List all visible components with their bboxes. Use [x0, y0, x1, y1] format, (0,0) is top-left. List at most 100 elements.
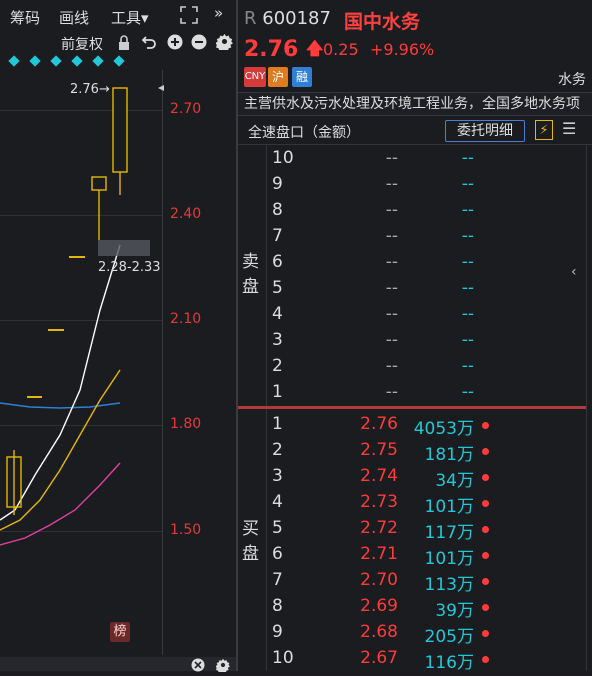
- sell-row[interactable]: 2 -- --: [266, 354, 586, 380]
- sell-row[interactable]: 5 -- --: [266, 276, 586, 302]
- sell-side-label: 卖盘: [242, 252, 259, 297]
- order-dot-icon[interactable]: [482, 604, 489, 611]
- event-marker: [113, 55, 125, 67]
- sell-row[interactable]: 9 -- --: [266, 172, 586, 198]
- more-icon[interactable]: »: [214, 4, 223, 22]
- kline-chart-panel[interactable]: 筹码 画线 工具▾ » 前复权 2.70 2.40 2.10 1.80 1.50…: [0, 0, 236, 674]
- kline-canvas: [0, 85, 164, 546]
- buy-side-label: 买盘: [242, 519, 259, 564]
- exchange-tag[interactable]: 沪: [268, 67, 288, 87]
- volume: --: [461, 200, 474, 220]
- last-price: 2.76 🡅: [244, 36, 323, 65]
- event-marker: [8, 55, 20, 67]
- level: 6: [272, 544, 283, 564]
- volume: 181万: [424, 445, 474, 465]
- buy-row[interactable]: 9 2.68 205万: [266, 620, 586, 647]
- order-dot-icon[interactable]: [482, 500, 489, 507]
- order-dot-icon[interactable]: [482, 526, 489, 533]
- zoom-out-icon[interactable]: [191, 34, 207, 54]
- order-book-right-edge: [586, 145, 592, 671]
- volume: --: [461, 278, 474, 298]
- level: 9: [272, 174, 283, 194]
- stock-name[interactable]: 国中水务: [344, 7, 420, 34]
- draw-line-tab[interactable]: 画线: [59, 7, 89, 28]
- lock-icon[interactable]: [117, 35, 131, 55]
- order-dot-icon[interactable]: [482, 578, 489, 585]
- sell-row[interactable]: 4 -- --: [266, 302, 586, 328]
- buy-row[interactable]: 10 2.67 116万: [266, 646, 586, 673]
- price: 2.73: [360, 492, 398, 512]
- lightning-icon[interactable]: ⚡: [535, 120, 553, 140]
- level: 8: [272, 200, 283, 220]
- event-marker: [29, 55, 41, 67]
- volume: --: [461, 174, 474, 194]
- sell-row[interactable]: 10 -- --: [266, 146, 586, 172]
- level: 5: [272, 278, 283, 298]
- sell-row[interactable]: 1 -- --: [266, 380, 586, 406]
- price-change: 0.25: [323, 40, 359, 59]
- level: 7: [272, 226, 283, 246]
- buy-row[interactable]: 5 2.72 117万: [266, 516, 586, 543]
- price: --: [385, 304, 398, 324]
- buy-row[interactable]: 3 2.74 34万: [266, 464, 586, 491]
- price: 2.68: [360, 622, 398, 642]
- margin-tag[interactable]: 融: [292, 67, 312, 87]
- order-dot-icon[interactable]: [482, 422, 489, 429]
- order-dot-icon[interactable]: [482, 448, 489, 455]
- level: 4: [272, 492, 283, 512]
- level: 1: [272, 414, 283, 434]
- sector-label[interactable]: 水务: [558, 69, 586, 89]
- order-dot-icon[interactable]: [482, 552, 489, 559]
- price: 2.72: [360, 518, 398, 538]
- range-label: 2.28-2.33: [98, 260, 161, 275]
- tools-menu[interactable]: 工具▾: [111, 7, 149, 28]
- rank-badge[interactable]: 榜: [110, 622, 130, 642]
- price: --: [385, 330, 398, 350]
- gear-icon[interactable]: [215, 33, 233, 54]
- event-marker: [71, 55, 83, 67]
- order-detail-button[interactable]: 委托明细: [445, 120, 525, 142]
- price: --: [385, 356, 398, 376]
- menu-icon[interactable]: ☰: [562, 119, 576, 138]
- order-dot-icon[interactable]: [482, 474, 489, 481]
- order-dot-icon[interactable]: [482, 656, 489, 663]
- sell-row[interactable]: 3 -- --: [266, 328, 586, 354]
- order-dot-icon[interactable]: [482, 630, 489, 637]
- sell-row[interactable]: 8 -- --: [266, 198, 586, 224]
- undo-icon[interactable]: [141, 34, 157, 54]
- sell-row[interactable]: 6 -- --: [266, 250, 586, 276]
- buy-row[interactable]: 1 2.76 4053万: [266, 412, 586, 439]
- buy-row[interactable]: 8 2.69 39万: [266, 594, 586, 621]
- event-markers: [8, 55, 125, 67]
- price: 2.70: [360, 570, 398, 590]
- buy-row[interactable]: 4 2.73 101万: [266, 490, 586, 517]
- chart-subbar: 前复权: [0, 30, 236, 54]
- adjust-mode-select[interactable]: 前复权: [61, 34, 103, 54]
- volume: 205万: [424, 627, 474, 647]
- currency-tag[interactable]: CNY: [244, 67, 266, 87]
- level: 6: [272, 252, 283, 272]
- expand-icon[interactable]: [179, 5, 199, 29]
- ma-line-blue: [0, 402, 121, 409]
- candle: [91, 176, 107, 191]
- level: 3: [272, 466, 283, 486]
- up-arrow-icon: 🡅: [305, 39, 324, 59]
- level: 3: [272, 330, 283, 350]
- volume: --: [461, 148, 474, 168]
- price: --: [385, 252, 398, 272]
- zoom-in-icon[interactable]: [167, 34, 183, 54]
- last-price-value: 2.76: [244, 37, 299, 62]
- level: 8: [272, 596, 283, 616]
- chips-tab[interactable]: 筹码: [10, 7, 40, 28]
- price: --: [385, 226, 398, 246]
- close-icon[interactable]: [191, 657, 205, 676]
- order-book-title[interactable]: 全速盘口（金额）: [248, 122, 360, 142]
- order-book-header: 全速盘口（金额） 委托明细 ⚡ ☰: [238, 117, 592, 145]
- buy-row[interactable]: 6 2.71 101万: [266, 542, 586, 569]
- sell-row[interactable]: 7 -- --: [266, 224, 586, 250]
- settings-icon[interactable]: [215, 657, 230, 676]
- buy-row[interactable]: 2 2.75 181万: [266, 438, 586, 465]
- price-change-pct: +9.96%: [370, 40, 435, 59]
- buy-row[interactable]: 7 2.70 113万: [266, 568, 586, 595]
- volume: 4053万: [413, 419, 474, 439]
